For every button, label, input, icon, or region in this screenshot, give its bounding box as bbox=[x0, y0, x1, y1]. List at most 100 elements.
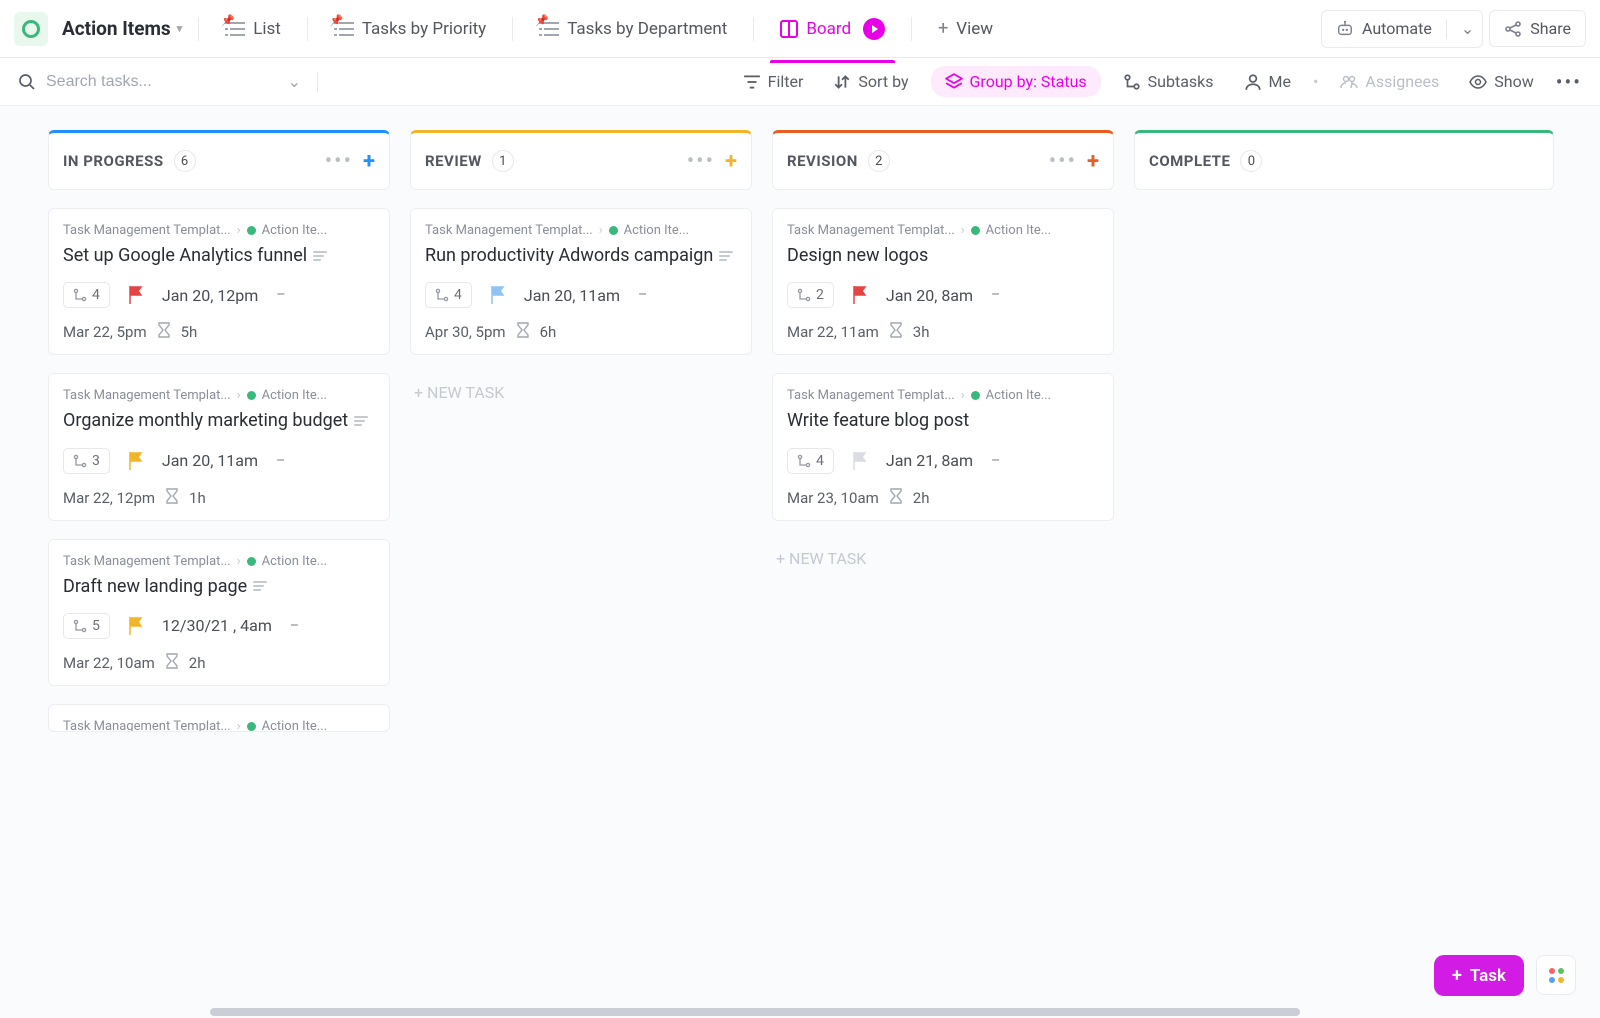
page-title[interactable]: Action Items ▾ bbox=[62, 17, 182, 40]
start-date[interactable]: Jan 20, 11am bbox=[524, 286, 620, 305]
crumb-list[interactable]: Action Ite... bbox=[986, 388, 1051, 403]
due-date[interactable]: Mar 23, 10am bbox=[787, 489, 879, 507]
chevron-down-icon[interactable]: ⌄ bbox=[288, 72, 301, 91]
column-header[interactable]: COMPLETE 0 bbox=[1134, 130, 1554, 190]
start-date[interactable]: Jan 20, 11am bbox=[162, 451, 258, 470]
tab-department[interactable]: 📌 Tasks by Department bbox=[529, 13, 737, 45]
task-card[interactable]: Task Management Templat... › Action Ite.… bbox=[410, 208, 752, 355]
due-date[interactable]: Mar 22, 10am bbox=[63, 654, 155, 672]
date-dash: – bbox=[276, 453, 285, 469]
subtask-count: 5 bbox=[92, 618, 100, 634]
column-add-icon[interactable]: + bbox=[363, 149, 375, 174]
column-menu-icon[interactable]: ••• bbox=[687, 149, 715, 174]
hourglass-icon bbox=[889, 488, 903, 508]
crumb-list[interactable]: Action Ite... bbox=[262, 388, 327, 403]
description-icon bbox=[313, 251, 327, 263]
show-button[interactable]: Show bbox=[1461, 68, 1541, 95]
horizontal-scrollbar[interactable] bbox=[0, 1008, 1600, 1018]
priority-flag-icon[interactable] bbox=[128, 452, 144, 470]
start-date[interactable]: Jan 20, 12pm bbox=[162, 286, 258, 305]
filter-button[interactable]: Filter bbox=[735, 68, 812, 95]
subtask-pill[interactable]: 5 bbox=[63, 613, 110, 639]
crumb-space[interactable]: Task Management Templat... bbox=[425, 223, 593, 238]
new-task-fab[interactable]: + Task bbox=[1434, 955, 1524, 996]
task-card[interactable]: Task Management Templat... › Action Ite.… bbox=[772, 373, 1114, 520]
column-header[interactable]: IN PROGRESS 6 ••• + bbox=[48, 130, 390, 190]
tab-priority[interactable]: 📌 Tasks by Priority bbox=[324, 13, 496, 45]
column-header[interactable]: REVISION 2 ••• + bbox=[772, 130, 1114, 190]
priority-flag-icon[interactable] bbox=[852, 286, 868, 304]
search-input[interactable] bbox=[46, 73, 278, 91]
start-date[interactable]: 12/30/21 , 4am bbox=[162, 616, 272, 635]
subtask-pill[interactable]: 4 bbox=[63, 282, 110, 308]
estimate: 1h bbox=[189, 489, 206, 507]
priority-flag-icon[interactable] bbox=[852, 452, 868, 470]
crumb-list[interactable]: Action Ite... bbox=[986, 223, 1051, 238]
robot-icon bbox=[1336, 20, 1354, 38]
column-name: COMPLETE bbox=[1149, 152, 1230, 170]
me-button[interactable]: Me bbox=[1236, 68, 1299, 95]
list-logo[interactable] bbox=[14, 12, 48, 46]
crumb-space[interactable]: Task Management Templat... bbox=[787, 388, 955, 403]
play-icon[interactable] bbox=[863, 18, 885, 40]
column-name: REVISION bbox=[787, 152, 858, 170]
assignees-button[interactable]: Assignees bbox=[1332, 68, 1447, 95]
crumb-space[interactable]: Task Management Templat... bbox=[63, 554, 231, 569]
more-menu-button[interactable]: ••• bbox=[1556, 70, 1582, 94]
priority-flag-icon[interactable] bbox=[128, 286, 144, 304]
plus-icon: + bbox=[1452, 965, 1462, 986]
automate-button[interactable]: Automate ⌄ bbox=[1321, 10, 1483, 48]
start-date[interactable]: Jan 20, 8am bbox=[886, 286, 973, 305]
crumb-space[interactable]: Task Management Templat... bbox=[63, 388, 231, 403]
tab-board[interactable]: Board bbox=[770, 12, 895, 46]
subtask-pill[interactable]: 4 bbox=[425, 282, 472, 308]
column-menu-icon[interactable]: ••• bbox=[325, 149, 353, 174]
task-card[interactable]: Task Management Templat... › Action Ite.… bbox=[772, 208, 1114, 355]
crumb-list[interactable]: Action Ite... bbox=[624, 223, 689, 238]
subtasks-button[interactable]: Subtasks bbox=[1115, 68, 1222, 95]
apps-fab[interactable] bbox=[1536, 955, 1576, 995]
sort-icon bbox=[833, 73, 851, 91]
task-card[interactable]: Task Management Templat... › Action Ite.… bbox=[48, 373, 390, 520]
crumb-list[interactable]: Action Ite... bbox=[262, 223, 327, 238]
due-date[interactable]: Mar 22, 12pm bbox=[63, 489, 155, 507]
due-date[interactable]: Apr 30, 5pm bbox=[425, 323, 506, 341]
column-header[interactable]: REVIEW 1 ••• + bbox=[410, 130, 752, 190]
crumb-space[interactable]: Task Management Templat... bbox=[787, 223, 955, 238]
share-icon bbox=[1504, 20, 1522, 38]
new-task-button[interactable]: + NEW TASK bbox=[772, 539, 1114, 578]
subtask-pill[interactable]: 2 bbox=[787, 282, 834, 308]
crumb-list[interactable]: Action Ite... bbox=[262, 719, 327, 732]
share-label: Share bbox=[1530, 19, 1571, 38]
priority-flag-icon[interactable] bbox=[128, 617, 144, 635]
task-title: Set up Google Analytics funnel bbox=[63, 245, 307, 266]
board-area: IN PROGRESS 6 ••• + Task Management Temp… bbox=[0, 106, 1600, 1018]
add-view-button[interactable]: + View bbox=[928, 12, 1003, 45]
subtask-count: 4 bbox=[816, 453, 824, 469]
task-card[interactable]: Task Management Templat... › Action Ite.… bbox=[48, 208, 390, 355]
due-date[interactable]: Mar 22, 11am bbox=[787, 323, 879, 341]
share-button[interactable]: Share bbox=[1489, 10, 1586, 47]
group-button[interactable]: Group by: Status bbox=[931, 66, 1101, 97]
due-date[interactable]: Mar 22, 5pm bbox=[63, 323, 147, 341]
priority-flag-icon[interactable] bbox=[490, 286, 506, 304]
subtask-pill[interactable]: 4 bbox=[787, 448, 834, 474]
subtask-pill[interactable]: 3 bbox=[63, 448, 110, 474]
start-date[interactable]: Jan 21, 8am bbox=[886, 451, 973, 470]
task-card[interactable]: Task Management Templat... › Action Ite.… bbox=[48, 704, 390, 732]
column-add-icon[interactable]: + bbox=[725, 149, 737, 174]
column-menu-icon[interactable]: ••• bbox=[1049, 149, 1077, 174]
add-view-label: View bbox=[956, 19, 993, 39]
sort-button[interactable]: Sort by bbox=[825, 68, 916, 95]
crumb-list[interactable]: Action Ite... bbox=[262, 554, 327, 569]
status-dot-icon bbox=[247, 226, 256, 235]
crumb-space[interactable]: Task Management Templat... bbox=[63, 223, 231, 238]
task-card[interactable]: Task Management Templat... › Action Ite.… bbox=[48, 539, 390, 686]
breadcrumb: Task Management Templat... › Action Ite.… bbox=[63, 388, 375, 403]
new-task-button[interactable]: + NEW TASK bbox=[410, 373, 752, 412]
tab-list[interactable]: 📌 List bbox=[215, 13, 291, 45]
crumb-space[interactable]: Task Management Templat... bbox=[63, 719, 231, 732]
column-add-icon[interactable]: + bbox=[1087, 149, 1099, 174]
chevron-down-icon[interactable]: ⌄ bbox=[1461, 19, 1474, 38]
estimate: 2h bbox=[189, 654, 206, 672]
